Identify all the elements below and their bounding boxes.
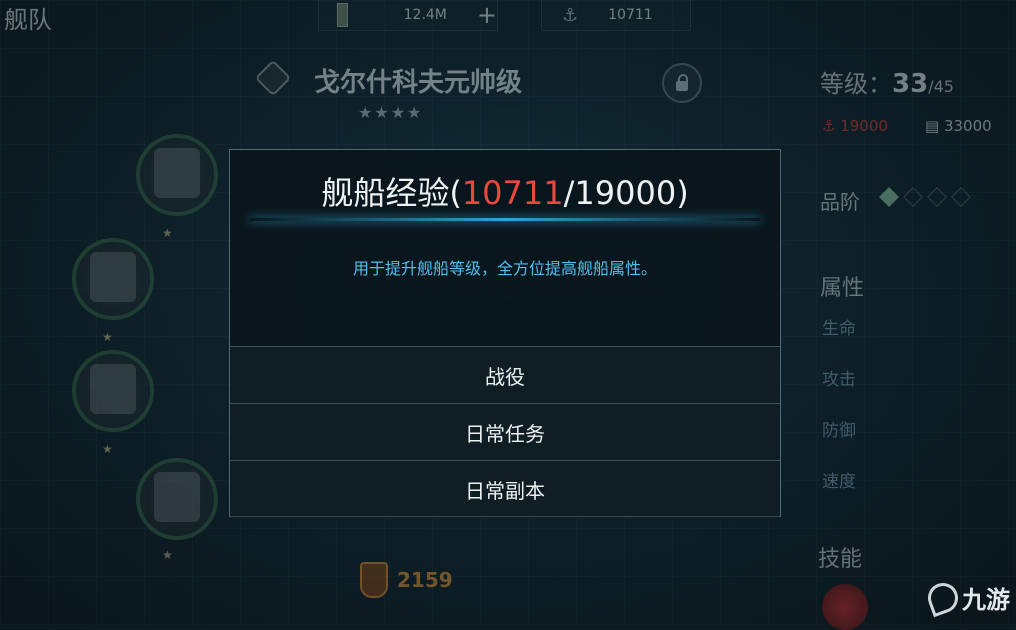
page-title: 舰队 <box>4 6 52 34</box>
attribute-speed: 速度 <box>822 472 856 492</box>
option-daily-dungeon[interactable]: 日常副本 <box>230 460 780 518</box>
skills-title: 技能 <box>818 547 863 572</box>
rank-diamond-icon <box>903 187 923 207</box>
ship-level: 等级：33/45 <box>820 64 954 99</box>
anchor-cost: ⚓ 19000 <box>822 117 888 135</box>
watermark-text: 九游 <box>962 586 1010 614</box>
ship-class-emblem-icon <box>248 58 298 98</box>
anchor-cost-value: 19000 <box>840 117 888 135</box>
dialog-description: 用于提升舰船等级，全方位提高舰船属性。 <box>352 259 657 278</box>
cash-value: 12.4M <box>403 7 447 23</box>
rank-indicator <box>879 187 971 207</box>
rank-diamond-icon <box>951 187 971 207</box>
badge-value: 2159 <box>397 568 453 592</box>
level-label: 等级： <box>820 70 892 98</box>
anchor-value: 10711 <box>608 7 653 23</box>
title-divider <box>250 218 760 221</box>
add-cash-button[interactable]: + <box>477 3 497 27</box>
attribute-hp: 生命 <box>822 319 856 339</box>
dialog-title-prefix: 舰船经验( <box>321 174 462 212</box>
equipment-slot-2[interactable] <box>72 238 154 320</box>
dialog-title: 舰船经验(10711/19000) <box>230 168 780 214</box>
attributes-title: 属性 <box>820 276 865 301</box>
equipment-star-icon: ★ <box>102 442 113 456</box>
equipment-star-icon: ★ <box>102 330 113 344</box>
ship-exp-dialog: 舰船经验(10711/19000) 用于提升舰船等级，全方位提高舰船属性。 战役… <box>229 149 781 518</box>
level-max: /45 <box>928 77 954 96</box>
lock-button[interactable] <box>662 63 702 103</box>
watermark-logo: 九游 <box>923 578 1010 617</box>
attribute-attack: 攻击 <box>822 370 856 390</box>
cash-cost: ▤ 33000 <box>925 117 992 135</box>
cash-resource: 12.4M + <box>318 0 498 31</box>
equipment-slot-1[interactable] <box>136 134 218 216</box>
anchor-resource: ⚓ 10711 <box>541 0 691 31</box>
equipment-star-icon: ★ <box>162 226 173 240</box>
rank-diamond-icon <box>927 187 947 207</box>
cash-icon <box>337 3 348 27</box>
option-campaign[interactable]: 战役 <box>230 346 780 404</box>
equipment-slot-3[interactable] <box>72 350 154 432</box>
equipment-star-icon: ★ <box>162 548 173 562</box>
ship-name: 戈尔什科夫元帅级 <box>314 68 523 98</box>
level-current: 33 <box>892 69 929 99</box>
dialog-title-current: 10711 <box>461 174 564 212</box>
rank-diamond-icon <box>879 187 899 207</box>
ship-stars: ★★★★ <box>358 103 424 122</box>
cash-cost-value: 33000 <box>943 117 992 135</box>
anchor-icon: ⚓ <box>562 4 579 26</box>
lock-icon <box>676 74 688 91</box>
rank-label: 品阶 <box>820 190 860 214</box>
skill-icon[interactable] <box>822 584 868 630</box>
watermark-icon <box>923 578 963 617</box>
equipment-slot-4[interactable] <box>136 458 218 540</box>
attribute-defense: 防御 <box>822 421 856 441</box>
shield-badge-icon <box>360 562 388 598</box>
option-daily-tasks[interactable]: 日常任务 <box>230 403 780 461</box>
dialog-title-suffix: /19000) <box>563 174 689 212</box>
